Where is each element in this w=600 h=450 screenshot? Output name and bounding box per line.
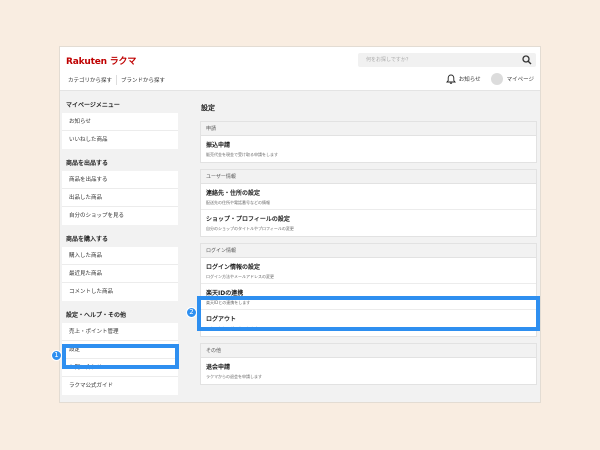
sidebar-item-sales-points[interactable]: 売上・ポイント管理 xyxy=(62,323,178,341)
site-header: Rakuten ラクマ カテゴリから探す ブランドから探す お知らせ マイページ xyxy=(60,47,540,91)
item-description: 楽天IDとの連携をします xyxy=(206,300,251,305)
header-nav: カテゴリから探す ブランドから探す xyxy=(64,74,169,86)
sidebar-item-purchased[interactable]: 購入した商品 xyxy=(62,247,178,265)
settings-item-contact-address[interactable]: 連絡先・住所の設定 配送先の住所や電話番号などの情報 xyxy=(201,184,536,210)
notifications-link[interactable]: お知らせ xyxy=(459,75,481,83)
settings-item-withdraw[interactable]: 退会申請 ラクマからの退会を申請します xyxy=(201,358,536,384)
sidebar-section-title: 商品を購入する xyxy=(66,236,109,243)
sidebar-section-title: 商品を出品する xyxy=(66,160,109,167)
settings-card-application: 申請 振込申請 販売代金を現金で受け取る申請をします xyxy=(200,121,537,163)
item-title: ログアウト xyxy=(206,316,237,323)
settings-item-shop-profile[interactable]: ショップ・プロフィールの設定 自分のショップのタイトルやプロフィールの変更 xyxy=(201,210,536,236)
sidebar-item-liked[interactable]: いいねした商品 xyxy=(62,131,178,149)
card-title: 申請 xyxy=(201,122,536,136)
item-description: ラクマからログアウトします xyxy=(206,326,258,331)
item-title: 連絡先・住所の設定 xyxy=(206,190,261,197)
settings-main: 設定 申請 振込申請 販売代金を現金で受け取る申請をします ユーザー情報 連絡先… xyxy=(200,91,540,385)
settings-item-rakuten-id-link[interactable]: 楽天IDの連携 楽天IDとの連携をします xyxy=(201,284,536,310)
settings-card-login-info: ログイン情報 ログイン情報の設定 ログイン方法やメールアドレスの変更 楽天IDの… xyxy=(200,243,537,337)
settings-card-other: その他 退会申請 ラクマからの退会を申請します xyxy=(200,343,537,385)
item-description: 自分のショップのタイトルやプロフィールの変更 xyxy=(206,226,294,231)
avatar[interactable] xyxy=(490,73,503,85)
sidebar-list: 購入した商品 最近見た商品 コメントした商品 xyxy=(62,247,178,301)
settings-item-logout[interactable]: ログアウト ラクマからログアウトします xyxy=(201,310,536,336)
nav-category-link[interactable]: カテゴリから探す xyxy=(64,76,116,84)
card-title: ユーザー情報 xyxy=(201,170,536,184)
settings-card-user-info: ユーザー情報 連絡先・住所の設定 配送先の住所や電話番号などの情報 ショップ・プ… xyxy=(200,169,537,237)
nav-brand-link[interactable]: ブランドから探す xyxy=(117,76,169,84)
sidebar: マイページメニュー お知らせ いいねした商品 商品を出品する 商品を出品する 出… xyxy=(60,91,182,395)
sidebar-item-listed[interactable]: 出品した商品 xyxy=(62,189,178,207)
sidebar-item-recently-viewed[interactable]: 最近見た商品 xyxy=(62,265,178,283)
card-title: ログイン情報 xyxy=(201,244,536,258)
sidebar-section-title: マイページメニュー xyxy=(66,102,120,109)
sidebar-item-list-item[interactable]: 商品を出品する xyxy=(62,171,178,189)
sidebar-item-commented[interactable]: コメントした商品 xyxy=(62,283,178,301)
mypage-link[interactable]: マイページ xyxy=(507,75,534,83)
sidebar-item-my-shop[interactable]: 自分のショップを見る xyxy=(62,207,178,225)
item-title: ショップ・プロフィールの設定 xyxy=(206,216,290,223)
item-description: ログイン方法やメールアドレスの変更 xyxy=(206,274,274,279)
app-window: Rakuten ラクマ カテゴリから探す ブランドから探す お知らせ マイページ xyxy=(60,47,540,402)
item-description: ラクマからの退会を申請します xyxy=(206,374,262,379)
sidebar-item-official-guide[interactable]: ラクマ公式ガイド xyxy=(62,377,178,395)
bell-icon[interactable] xyxy=(445,74,456,85)
logo-main-text: Rakuten xyxy=(66,57,107,67)
header-actions: お知らせ マイページ xyxy=(445,73,534,85)
settings-item-transfer-request[interactable]: 振込申請 販売代金を現金で受け取る申請をします xyxy=(201,136,536,162)
sidebar-list: お知らせ いいねした商品 xyxy=(62,113,178,149)
item-title: 楽天IDの連携 xyxy=(206,290,244,297)
settings-item-login-settings[interactable]: ログイン情報の設定 ログイン方法やメールアドレスの変更 xyxy=(201,258,536,284)
sidebar-list: 売上・ポイント管理 設定 お問い合わせ ラクマ公式ガイド xyxy=(62,323,178,395)
page-title: 設定 xyxy=(201,104,215,112)
rakuma-logo[interactable]: Rakuten ラクマ xyxy=(66,54,136,67)
item-title: ログイン情報の設定 xyxy=(206,264,261,271)
card-title: その他 xyxy=(201,344,536,358)
search-icon[interactable] xyxy=(522,55,532,65)
item-description: 販売代金を現金で受け取る申請をします xyxy=(206,152,278,157)
sidebar-section-title: 設定・ヘルプ・その他 xyxy=(66,312,127,319)
step-marker-2: 2 xyxy=(186,307,197,318)
item-description: 配送先の住所や電話番号などの情報 xyxy=(206,200,270,205)
sidebar-item-notifications[interactable]: お知らせ xyxy=(62,113,178,131)
item-title: 退会申請 xyxy=(206,364,231,371)
search-input[interactable] xyxy=(366,53,516,67)
item-title: 振込申請 xyxy=(206,142,231,149)
sidebar-item-settings[interactable]: 設定 xyxy=(62,341,178,359)
sidebar-list: 商品を出品する 出品した商品 自分のショップを見る xyxy=(62,171,178,225)
sidebar-item-contact[interactable]: お問い合わせ xyxy=(62,359,178,377)
step-marker-1: 1 xyxy=(51,350,62,361)
search-bar xyxy=(358,53,536,67)
logo-sub-text: ラクマ xyxy=(109,57,137,67)
